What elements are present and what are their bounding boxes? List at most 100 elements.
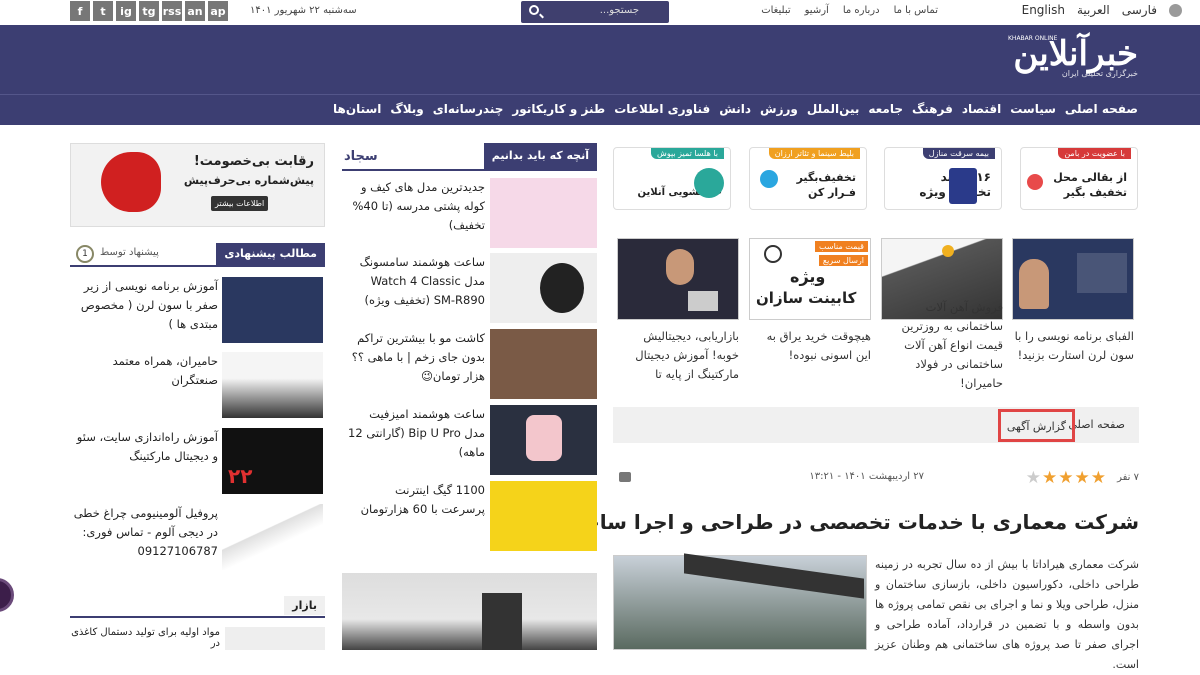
list-item[interactable]: آموزش برنامه نویسی از زیر صفر با سون لرن…	[70, 277, 325, 347]
print-icon[interactable]	[619, 472, 631, 482]
android-icon[interactable]: an	[185, 1, 205, 21]
boxing-glove-icon	[101, 152, 161, 212]
rss-icon[interactable]: rss	[162, 1, 182, 21]
sajjad-logo: سجاد	[344, 149, 378, 164]
nav-sport[interactable]: ورزش	[760, 102, 798, 116]
floating-widget-icon[interactable]	[0, 578, 14, 612]
list-item[interactable]: کاشت مو با بیشترین تراکم بدون جای زخم | …	[342, 329, 597, 401]
news-caption[interactable]: فروش آهن آلات ساختمانی به روزترین قیمت ا…	[881, 298, 1004, 393]
item-text[interactable]: آموزش راه‌اندازی سایت، سئو و دیجیتال مار…	[70, 428, 218, 466]
item-text[interactable]: حامیران، همراه معتمد صنعتگران	[70, 352, 218, 390]
telegram-icon[interactable]: tg	[139, 1, 159, 21]
item-text[interactable]: کاشت مو با بیشترین تراکم بدون جای زخم | …	[348, 329, 485, 386]
twitter-icon[interactable]: t	[93, 1, 113, 21]
item-text[interactable]: ساعت هوشمند سامسونگ مدل Watch 4 Classic …	[348, 253, 485, 310]
list-item[interactable]: جدیدترین مدل های کیف و کوله پشتی مدرسه (…	[342, 178, 597, 250]
list-item[interactable]: ۲۲ آموزش راه‌اندازی سایت، سئو و دیجیتال …	[70, 428, 325, 498]
nav-economy[interactable]: اقتصاد	[962, 102, 1001, 116]
bazar-header: بازار	[70, 596, 325, 618]
nav-multimedia[interactable]: چندرسانه‌ای	[433, 102, 504, 116]
lang-farsi[interactable]: فارسی	[1122, 3, 1157, 17]
cabinet-subheadline: کابینت سازان	[756, 289, 857, 307]
news-caption[interactable]: الفبای برنامه نویسی را با سون لرن استارت…	[1012, 327, 1134, 365]
news-image-cabinet[interactable]: قیمت مناسب ارسال سریع ویژه کابینت سازان	[749, 238, 871, 320]
logo-latin: KHABAR ONLINE	[1008, 35, 1058, 42]
suggested-by: پیشنهاد توسط	[100, 247, 159, 258]
nav-provinces[interactable]: استان‌ها	[333, 102, 381, 116]
search-input[interactable]: جستجو...	[521, 1, 669, 23]
news-image-programming[interactable]	[1012, 238, 1134, 320]
nav-society[interactable]: جامعه	[868, 102, 903, 116]
item-text[interactable]: جدیدترین مدل های کیف و کوله پشتی مدرسه (…	[348, 178, 485, 235]
facebook-icon[interactable]: f	[70, 1, 90, 21]
apple-icon[interactable]: ap	[208, 1, 228, 21]
archive-link[interactable]: آرشیو	[805, 5, 829, 16]
item-text[interactable]: آموزش برنامه نویسی از زیر صفر با سون لرن…	[70, 277, 218, 334]
badge-shipping: ارسال سریع	[818, 255, 868, 266]
nav-science[interactable]: دانش	[719, 102, 751, 116]
ad-helsa[interactable]: با هلسا تمیز بپوش هلسا خشکشویی آنلاین	[613, 147, 731, 210]
breadcrumb-current[interactable]: گزارش آگهی	[997, 409, 1075, 442]
item-image	[490, 329, 597, 399]
item-text[interactable]: پروفیل آلومینیومی چراغ خطی در دیجی آلوم …	[70, 504, 218, 561]
list-item[interactable]: پروفیل آلومینیومی چراغ خطی در دیجی آلوم …	[70, 504, 325, 574]
logo-tagline: خبرگزاری تحلیلی ایران	[1061, 69, 1138, 78]
news-caption[interactable]: هیچوقت خرید یراق به این اسونی نبوده!	[749, 327, 871, 365]
cabinet-headline: ویژه	[790, 267, 826, 286]
bazar-title: بازار	[284, 596, 325, 615]
nav-blog[interactable]: وبلاگ	[390, 102, 423, 116]
item-text[interactable]: ساعت هوشمند امیزفیت مدل Bip U Pro (گاران…	[348, 405, 485, 462]
nav-home[interactable]: صفحه اصلی	[1065, 102, 1138, 116]
banner-irancell[interactable]: رقابت بی‌خصومت! پیش‌شماره بی‌حرف‌پیش اطل…	[70, 143, 325, 227]
nav-it[interactable]: فناوری اطلاعات	[614, 102, 710, 116]
rating-stars[interactable]: ★★★★★	[1026, 468, 1107, 488]
instagram-icon[interactable]: ig	[116, 1, 136, 21]
yektanet-logo-icon: 1	[76, 245, 94, 263]
news-caption[interactable]: بازاریابی، دیجیتالیش خوبه! آموزش دیجیتال…	[617, 327, 739, 384]
item-image	[490, 178, 597, 248]
list-item[interactable]: حامیران، همراه معتمد صنعتگران	[70, 352, 325, 422]
item-image	[490, 253, 597, 323]
nav-culture[interactable]: فرهنگ	[912, 102, 953, 116]
irantic-logo-icon	[760, 170, 778, 188]
current-date: سه‌شنبه ۲۲ شهریور ۱۴۰۱	[250, 5, 357, 16]
item-image	[490, 481, 597, 551]
ads-link[interactable]: تبلیغات	[761, 5, 790, 16]
article-meta: ۷ نفر ★★★★★ ۲۷ اردیبهشت ۱۴۰۱ - ۱۳:۲۱	[613, 468, 1139, 488]
must-know-title: آنچه که باید بدانیم	[483, 143, 597, 171]
banner-more-button[interactable]: اطلاعات بیشتر	[211, 196, 269, 211]
contact-link[interactable]: تماس با ما	[894, 5, 938, 16]
item-text[interactable]: 1100 گیگ اینترنت پرسرعت با 60 هزارتومان	[348, 481, 485, 519]
badge-price: قیمت مناسب	[815, 241, 868, 252]
banner-headline: رقابت بی‌خصومت!	[193, 154, 314, 169]
nav-politics[interactable]: سیاست	[1010, 102, 1056, 116]
nav-humor[interactable]: طنز و کاریکاتور	[512, 102, 605, 116]
news-image-marketing[interactable]	[617, 238, 739, 320]
insurance-logo-icon	[949, 168, 977, 204]
ad-text: تخفیف‌بگیر فـرار کن	[796, 171, 856, 199]
ad-tag: با هلسا تمیز بپوش	[651, 148, 724, 159]
site-logo[interactable]: KHABAR ONLINE خبرآنلاین خبرگزاری تحلیلی …	[1008, 33, 1138, 89]
baman-logo-icon	[1027, 174, 1043, 190]
bazar-item[interactable]: مواد اولیه برای تولید دستمال کاغذی در	[70, 627, 220, 649]
ad-baman[interactable]: با عضویت در بامن از بقالی محل تخفیف بگیر	[1020, 147, 1138, 210]
bazar-image	[225, 627, 325, 650]
about-link[interactable]: درباره ما	[843, 5, 880, 16]
list-item[interactable]: 1100 گیگ اینترنت پرسرعت با 60 هزارتومان	[342, 481, 597, 553]
search-icon[interactable]	[529, 5, 539, 15]
lang-arabic[interactable]: العربية	[1077, 3, 1110, 17]
language-switcher: فارسی العربية English	[1022, 3, 1182, 17]
list-item[interactable]: ساعت هوشمند سامسونگ مدل Watch 4 Classic …	[342, 253, 597, 325]
article-date: ۲۷ اردیبهشت ۱۴۰۱ - ۱۳:۲۱	[809, 471, 924, 482]
breadcrumb-home[interactable]: صفحه اصلی	[1068, 418, 1125, 431]
ad-insurance[interactable]: بیمه سرقت منازل ۱۶ درصد تخفیف ویژه	[884, 147, 1002, 210]
mid-bottom-image	[342, 573, 597, 650]
nav-international[interactable]: بین‌الملل	[807, 102, 859, 116]
ad-irantic[interactable]: بلیط سینما و تئاتر ارزان تخفیف‌بگیر فـرا…	[749, 147, 867, 210]
must-know-header: آنچه که باید بدانیم سجاد	[342, 143, 597, 171]
item-image	[222, 352, 323, 418]
main-nav: صفحه اصلی سیاست اقتصاد فرهنگ جامعه بین‌ا…	[0, 94, 1200, 125]
top-links: تماس با ما درباره ما آرشیو تبلیغات	[761, 5, 938, 16]
lang-english[interactable]: English	[1022, 3, 1065, 17]
list-item[interactable]: ساعت هوشمند امیزفیت مدل Bip U Pro (گاران…	[342, 405, 597, 477]
